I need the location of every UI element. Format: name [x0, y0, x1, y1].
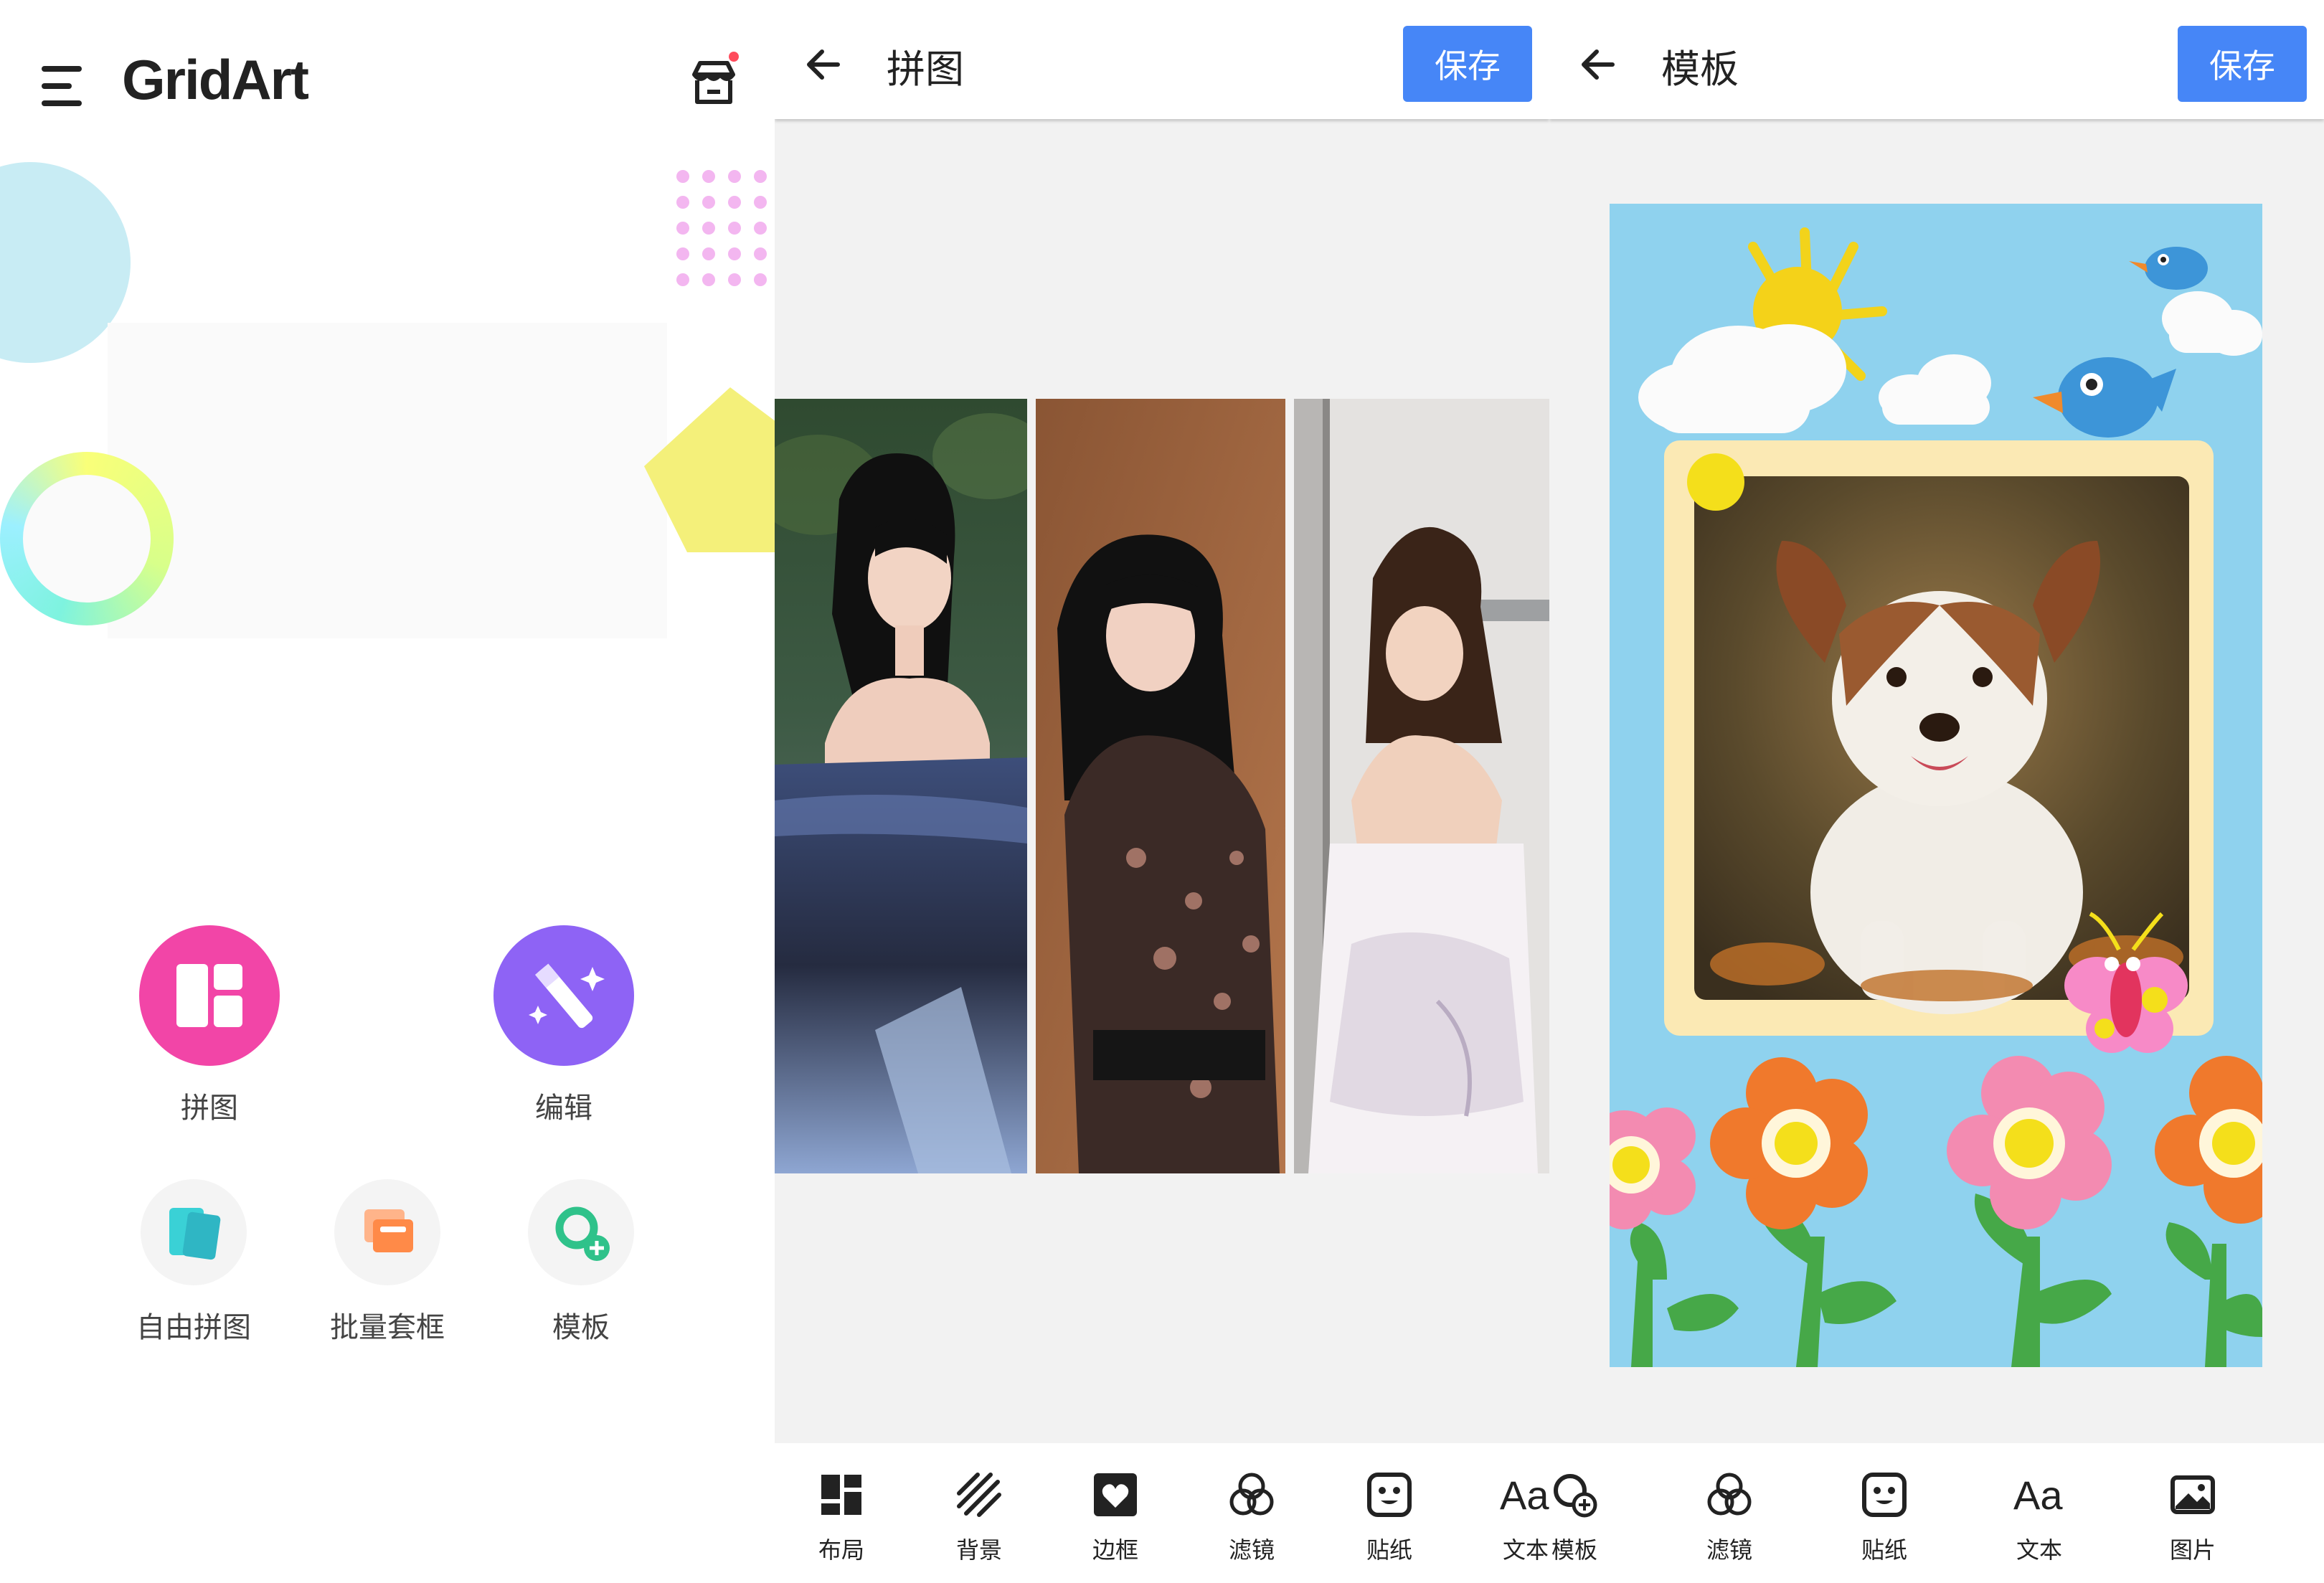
- collage-photo-2[interactable]: [1036, 399, 1285, 1173]
- store-icon[interactable]: [687, 56, 740, 109]
- tool-text-label: 文本: [2016, 1536, 2062, 1564]
- tool-text-label: 文本: [1502, 1536, 1549, 1564]
- background-icon: [957, 1473, 1001, 1517]
- save-button[interactable]: 保存: [1403, 26, 1532, 102]
- text-icon: Aa: [1500, 1473, 1549, 1518]
- template-topbar: 模板 保存: [1549, 0, 2324, 119]
- template-tool-button[interactable]: [528, 1179, 634, 1285]
- free-collage-tool-label: 自由拼图: [136, 1311, 251, 1344]
- tool-image-label: 图片: [2169, 1536, 2216, 1564]
- tool-filter-label: 滤镜: [1706, 1536, 1752, 1564]
- tool-image[interactable]: 图片: [2139, 1469, 2247, 1577]
- collage-tool-label: 拼图: [181, 1092, 238, 1125]
- tool-filter[interactable]: 滤镜: [1676, 1469, 1783, 1577]
- tool-sticker-label: 贴纸: [1861, 1536, 1907, 1564]
- layout-icon: [821, 1475, 861, 1515]
- tool-sticker[interactable]: 贴纸: [1831, 1469, 1938, 1577]
- back-arrow-icon[interactable]: [800, 42, 846, 88]
- tool-text[interactable]: Aa 文本: [1985, 1469, 2093, 1577]
- template-editor: 模板 保存 模板 滤镜 贴纸 Aa 文本 图片: [1549, 0, 2324, 1583]
- collage-icon: [176, 964, 242, 1027]
- portrait-photo-2: [1036, 399, 1285, 1173]
- edit-tool-label: 编辑: [535, 1092, 592, 1125]
- notification-dot: [729, 52, 739, 62]
- edit-tool-button[interactable]: [493, 925, 634, 1066]
- magic-wand-icon: [529, 963, 605, 1029]
- free-collage-icon: [169, 1208, 221, 1260]
- menu-icon[interactable]: [42, 66, 88, 106]
- collage-editor: 拼图 保存 布局 背景 边框 滤镜 贴纸 Aa 文本: [775, 0, 1549, 1583]
- image-icon: [2171, 1475, 2215, 1514]
- template-icon: [555, 1206, 610, 1261]
- app-logo: GridArt: [122, 48, 309, 111]
- back-arrow-icon[interactable]: [1575, 42, 1621, 88]
- batch-frame-icon: [364, 1209, 413, 1252]
- page-title: 拼图: [887, 47, 964, 92]
- tool-text[interactable]: Aa 文本: [1472, 1469, 1549, 1577]
- template-toolbar: 模板 滤镜 贴纸 Aa 文本 图片: [1549, 1443, 2324, 1583]
- sticker-icon: [1367, 1473, 1412, 1517]
- batch-frame-tool-button[interactable]: [334, 1179, 440, 1285]
- page-title: 模板: [1661, 47, 1739, 92]
- tool-layout-label: 布局: [818, 1536, 864, 1564]
- filter-icon: [1707, 1473, 1752, 1516]
- tool-border-label: 边框: [1092, 1536, 1138, 1564]
- template-tool-label: 模板: [552, 1311, 610, 1344]
- tool-background-label: 背景: [955, 1536, 1002, 1564]
- sticker-icon: [1862, 1473, 1907, 1517]
- tool-filter-label: 滤镜: [1228, 1536, 1275, 1564]
- text-icon: Aa: [2013, 1473, 2063, 1518]
- home-screen: GridArt 拼图 编辑 自由拼图 批量套框 模板: [0, 0, 775, 1583]
- tool-sticker[interactable]: 贴纸: [1336, 1469, 1443, 1577]
- template-canvas[interactable]: [1610, 204, 2262, 1367]
- filter-icon: [1229, 1473, 1274, 1516]
- decorative-ring: [0, 452, 174, 625]
- collage-toolbar: 布局 背景 边框 滤镜 贴纸 Aa 文本: [775, 1443, 1549, 1583]
- tool-background[interactable]: 背景: [925, 1469, 1033, 1577]
- collage-topbar: 拼图 保存: [775, 0, 1549, 119]
- clay-template-artwork: [1610, 204, 2262, 1367]
- template-icon: [1554, 1474, 1597, 1518]
- decorative-pentagon: [644, 387, 775, 552]
- tool-template-label: 模板: [1551, 1536, 1597, 1564]
- tool-layout[interactable]: 布局: [788, 1469, 895, 1577]
- collage-photo-3[interactable]: [1294, 399, 1549, 1173]
- tool-border[interactable]: 边框: [1062, 1469, 1169, 1577]
- home-header: GridArt: [0, 0, 775, 165]
- portrait-photo-3: [1294, 399, 1549, 1173]
- decorative-background: [108, 323, 667, 638]
- svg-text:Aa: Aa: [1500, 1473, 1549, 1518]
- tool-filter[interactable]: 滤镜: [1198, 1469, 1305, 1577]
- decorative-dots: [676, 170, 767, 286]
- tool-sticker-label: 贴纸: [1366, 1536, 1412, 1564]
- batch-frame-tool-label: 批量套框: [330, 1311, 445, 1344]
- save-button[interactable]: 保存: [2178, 26, 2307, 102]
- tool-template[interactable]: 模板: [1549, 1469, 1628, 1577]
- svg-text:Aa: Aa: [2013, 1473, 2063, 1518]
- collage-tool-button[interactable]: [139, 925, 280, 1066]
- heart-frame-icon: [1094, 1473, 1137, 1516]
- free-collage-tool-button[interactable]: [141, 1179, 247, 1285]
- collage-photo-1[interactable]: [775, 399, 1027, 1173]
- portrait-photo-1: [775, 399, 1027, 1173]
